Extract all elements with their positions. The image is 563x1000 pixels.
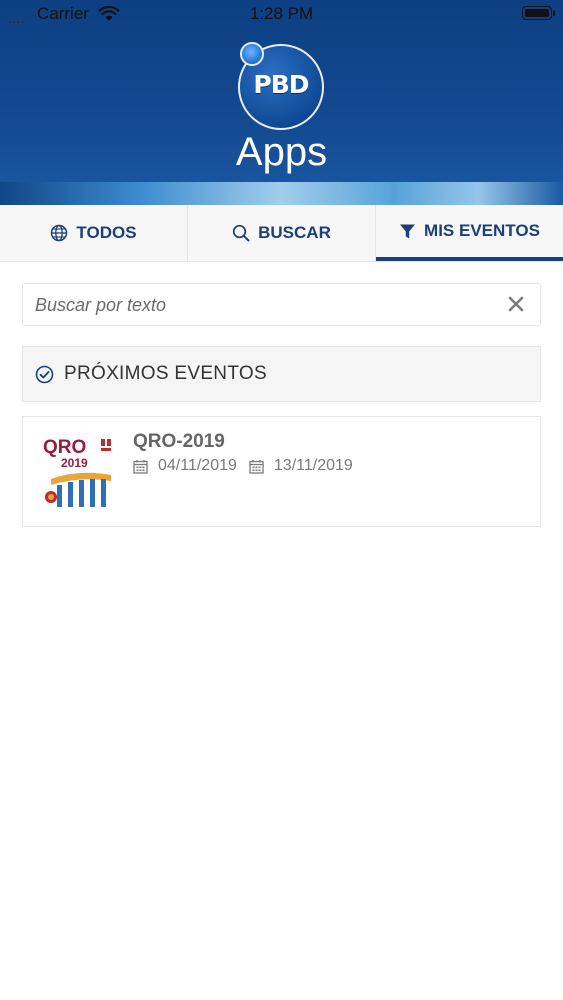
calendar-icon [133,459,148,474]
event-thumbnail: QRO 2019 [43,435,115,509]
status-bar: .... Carrier 1:28 PM [0,0,563,28]
event-dates: 04/11/2019 13/11/2019 [133,457,353,475]
globe-icon [50,224,68,242]
logo-dot [240,42,264,66]
tab-todos[interactable]: TODOS [0,205,188,261]
event-card[interactable]: QRO 2019 QRO-2019 04/11/2019 13/11/2019 [22,416,541,527]
battery-icon [522,6,552,20]
section-title: PRÓXIMOS EVENTOS [64,363,267,384]
tab-bar: TODOS BUSCAR MIS EVENTOS [0,205,563,262]
app-header: .... Carrier 1:28 PM PBD Apps [0,0,563,205]
thumbnail-text: QRO [43,437,86,458]
tab-buscar[interactable]: BUSCAR [188,205,376,261]
search-icon [232,224,250,242]
header-decorative-wave [0,182,563,205]
tab-mis-eventos[interactable]: MIS EVENTOS [376,205,563,261]
search-input[interactable] [33,284,497,327]
filter-icon [399,223,416,240]
event-start-date: 04/11/2019 [158,457,237,474]
thumbnail-year: 2019 [61,456,88,470]
battery-tip [553,10,555,16]
clear-search-icon[interactable] [508,296,524,317]
event-title: QRO-2019 [133,431,225,452]
app-title: Apps [235,130,328,174]
search-field [22,283,541,327]
event-end-date: 13/11/2019 [273,457,353,474]
check-circle-icon [35,365,54,384]
upcoming-events-header: PRÓXIMOS EVENTOS [22,346,541,402]
pbd-logo-text: PBD [253,70,309,99]
tab-todos-label: TODOS [76,223,137,242]
calendar-icon [249,459,264,474]
tab-buscar-label: BUSCAR [258,223,331,242]
tab-mis-eventos-label: MIS EVENTOS [424,221,540,240]
status-time: 1:28 PM [249,4,314,23]
